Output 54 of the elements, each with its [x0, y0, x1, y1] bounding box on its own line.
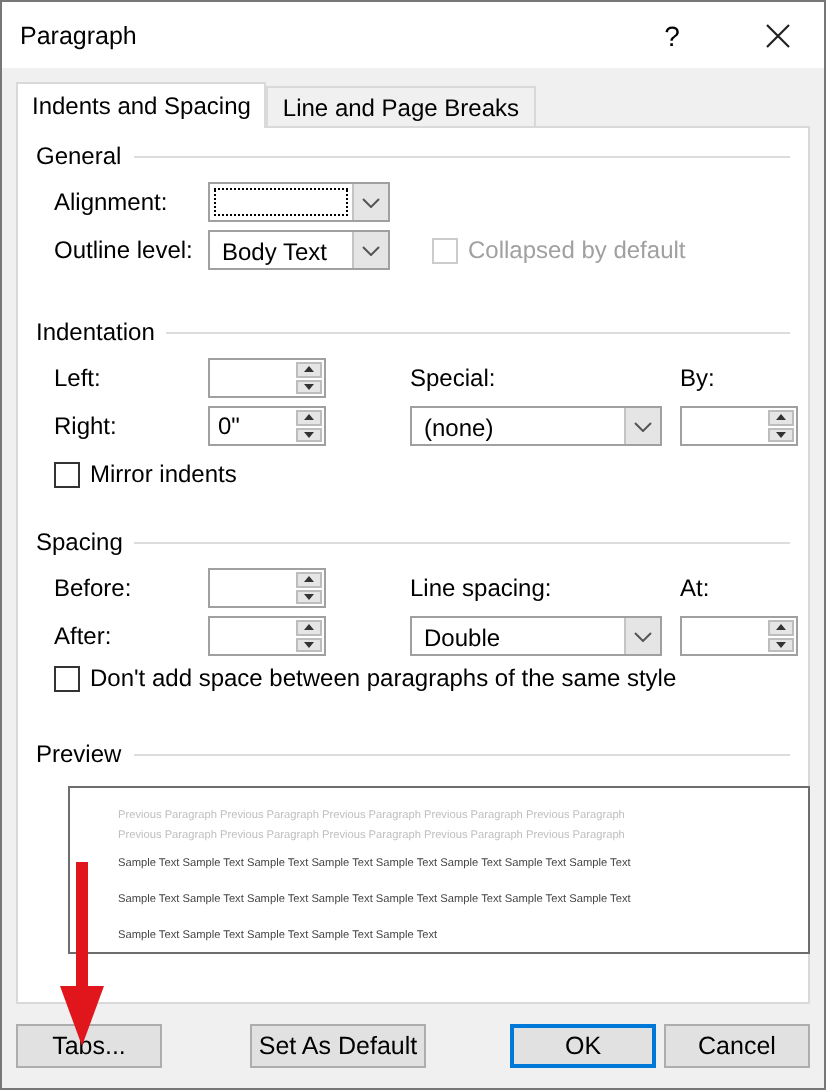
dropdown-field[interactable]: (none): [410, 406, 662, 446]
up-arrow-icon: [304, 576, 314, 583]
dialog-button[interactable]: OK: [510, 1024, 656, 1068]
dropdown-caret-icon: [634, 421, 652, 431]
field-label: After:: [54, 622, 114, 650]
field-label: Line spacing:: [410, 574, 554, 602]
group-title: Spacing: [36, 528, 123, 556]
up-arrow-icon: [776, 414, 786, 421]
field-label: Left:: [54, 364, 103, 392]
up-arrow-icon: [304, 624, 314, 631]
checkbox-label: Don't add space between paragraphs of the same style: [90, 664, 677, 692]
dropdown-field[interactable]: Double: [410, 616, 662, 656]
checkbox-label: Mirror indents: [90, 460, 237, 488]
window-title: Paragraph: [20, 21, 139, 49]
checkbox[interactable]: [54, 461, 80, 487]
field-label: Special:: [410, 364, 498, 392]
down-arrow-icon: [776, 431, 786, 438]
dialog-button[interactable]: Tabs...: [16, 1024, 162, 1068]
dialog-button[interactable]: Set As Default: [250, 1024, 426, 1068]
field-label: Alignment:: [54, 188, 170, 216]
tab[interactable]: Indents and Spacing: [16, 82, 267, 128]
spin-field[interactable]: [680, 616, 798, 656]
spin-field[interactable]: 0": [208, 406, 326, 446]
down-arrow-icon: [304, 641, 314, 648]
up-arrow-icon: [776, 624, 786, 631]
dialog-button[interactable]: Cancel: [664, 1024, 810, 1068]
close-icon: [766, 23, 790, 47]
dropdown-field[interactable]: [208, 182, 390, 222]
field-label: At:: [680, 574, 712, 602]
down-arrow-icon: [304, 593, 314, 600]
field-label: Before:: [54, 574, 134, 602]
spin-field[interactable]: [208, 568, 326, 608]
group-title: Preview: [36, 740, 122, 768]
dropdown-caret-icon: [362, 197, 380, 207]
spin-field[interactable]: [208, 358, 326, 398]
up-arrow-icon: [304, 414, 314, 421]
checkbox-label: Collapsed by default: [468, 236, 686, 264]
checkbox[interactable]: [54, 665, 80, 691]
dropdown-caret-icon: [362, 245, 380, 255]
up-arrow-icon: [304, 366, 314, 373]
spin-field[interactable]: [208, 616, 326, 656]
field-label: Right:: [54, 412, 119, 440]
group-title: General: [36, 142, 122, 170]
down-arrow-icon: [304, 431, 314, 438]
tab[interactable]: Line and Page Breaks: [266, 86, 536, 126]
field-label: By:: [680, 364, 717, 392]
spin-field[interactable]: [680, 406, 798, 446]
down-arrow-icon: [776, 641, 786, 648]
field-label: Outline level:: [54, 236, 195, 264]
help-button[interactable]: ?: [648, 19, 696, 51]
group-title: Indentation: [36, 318, 155, 346]
dropdown-field[interactable]: Body Text: [208, 230, 390, 270]
dropdown-caret-icon: [634, 631, 652, 641]
down-arrow-icon: [304, 383, 314, 390]
